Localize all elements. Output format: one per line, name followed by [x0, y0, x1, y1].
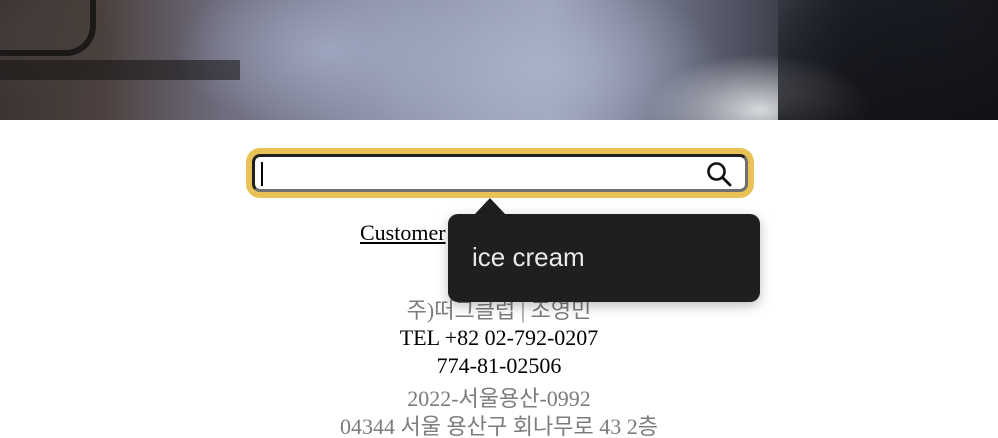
- search-icon[interactable]: [705, 160, 733, 188]
- address: 04344 서울 용산구 회나무로 43 2층: [340, 414, 658, 438]
- search-input[interactable]: [261, 161, 701, 187]
- page: Customer 주)떠그클럽 | 조영민 TEL +82 02-792-020…: [0, 0, 998, 438]
- hero-shadow: [0, 60, 240, 80]
- suggestion-popup[interactable]: ice cream: [448, 214, 760, 302]
- search-field[interactable]: [252, 154, 748, 192]
- glasses-shape: [0, 0, 96, 56]
- customer-link[interactable]: Customer: [360, 220, 446, 246]
- hero-photo: [0, 0, 998, 120]
- hero-dark-area: [778, 0, 998, 120]
- business-number: 774-81-02506: [436, 353, 562, 378]
- suggestion-item[interactable]: ice cream: [472, 242, 585, 273]
- text-caret: [261, 162, 263, 186]
- suggestion-arrow: [474, 198, 506, 215]
- search-bar[interactable]: [246, 148, 754, 198]
- telephone: TEL +82 02-792-0207: [399, 325, 599, 350]
